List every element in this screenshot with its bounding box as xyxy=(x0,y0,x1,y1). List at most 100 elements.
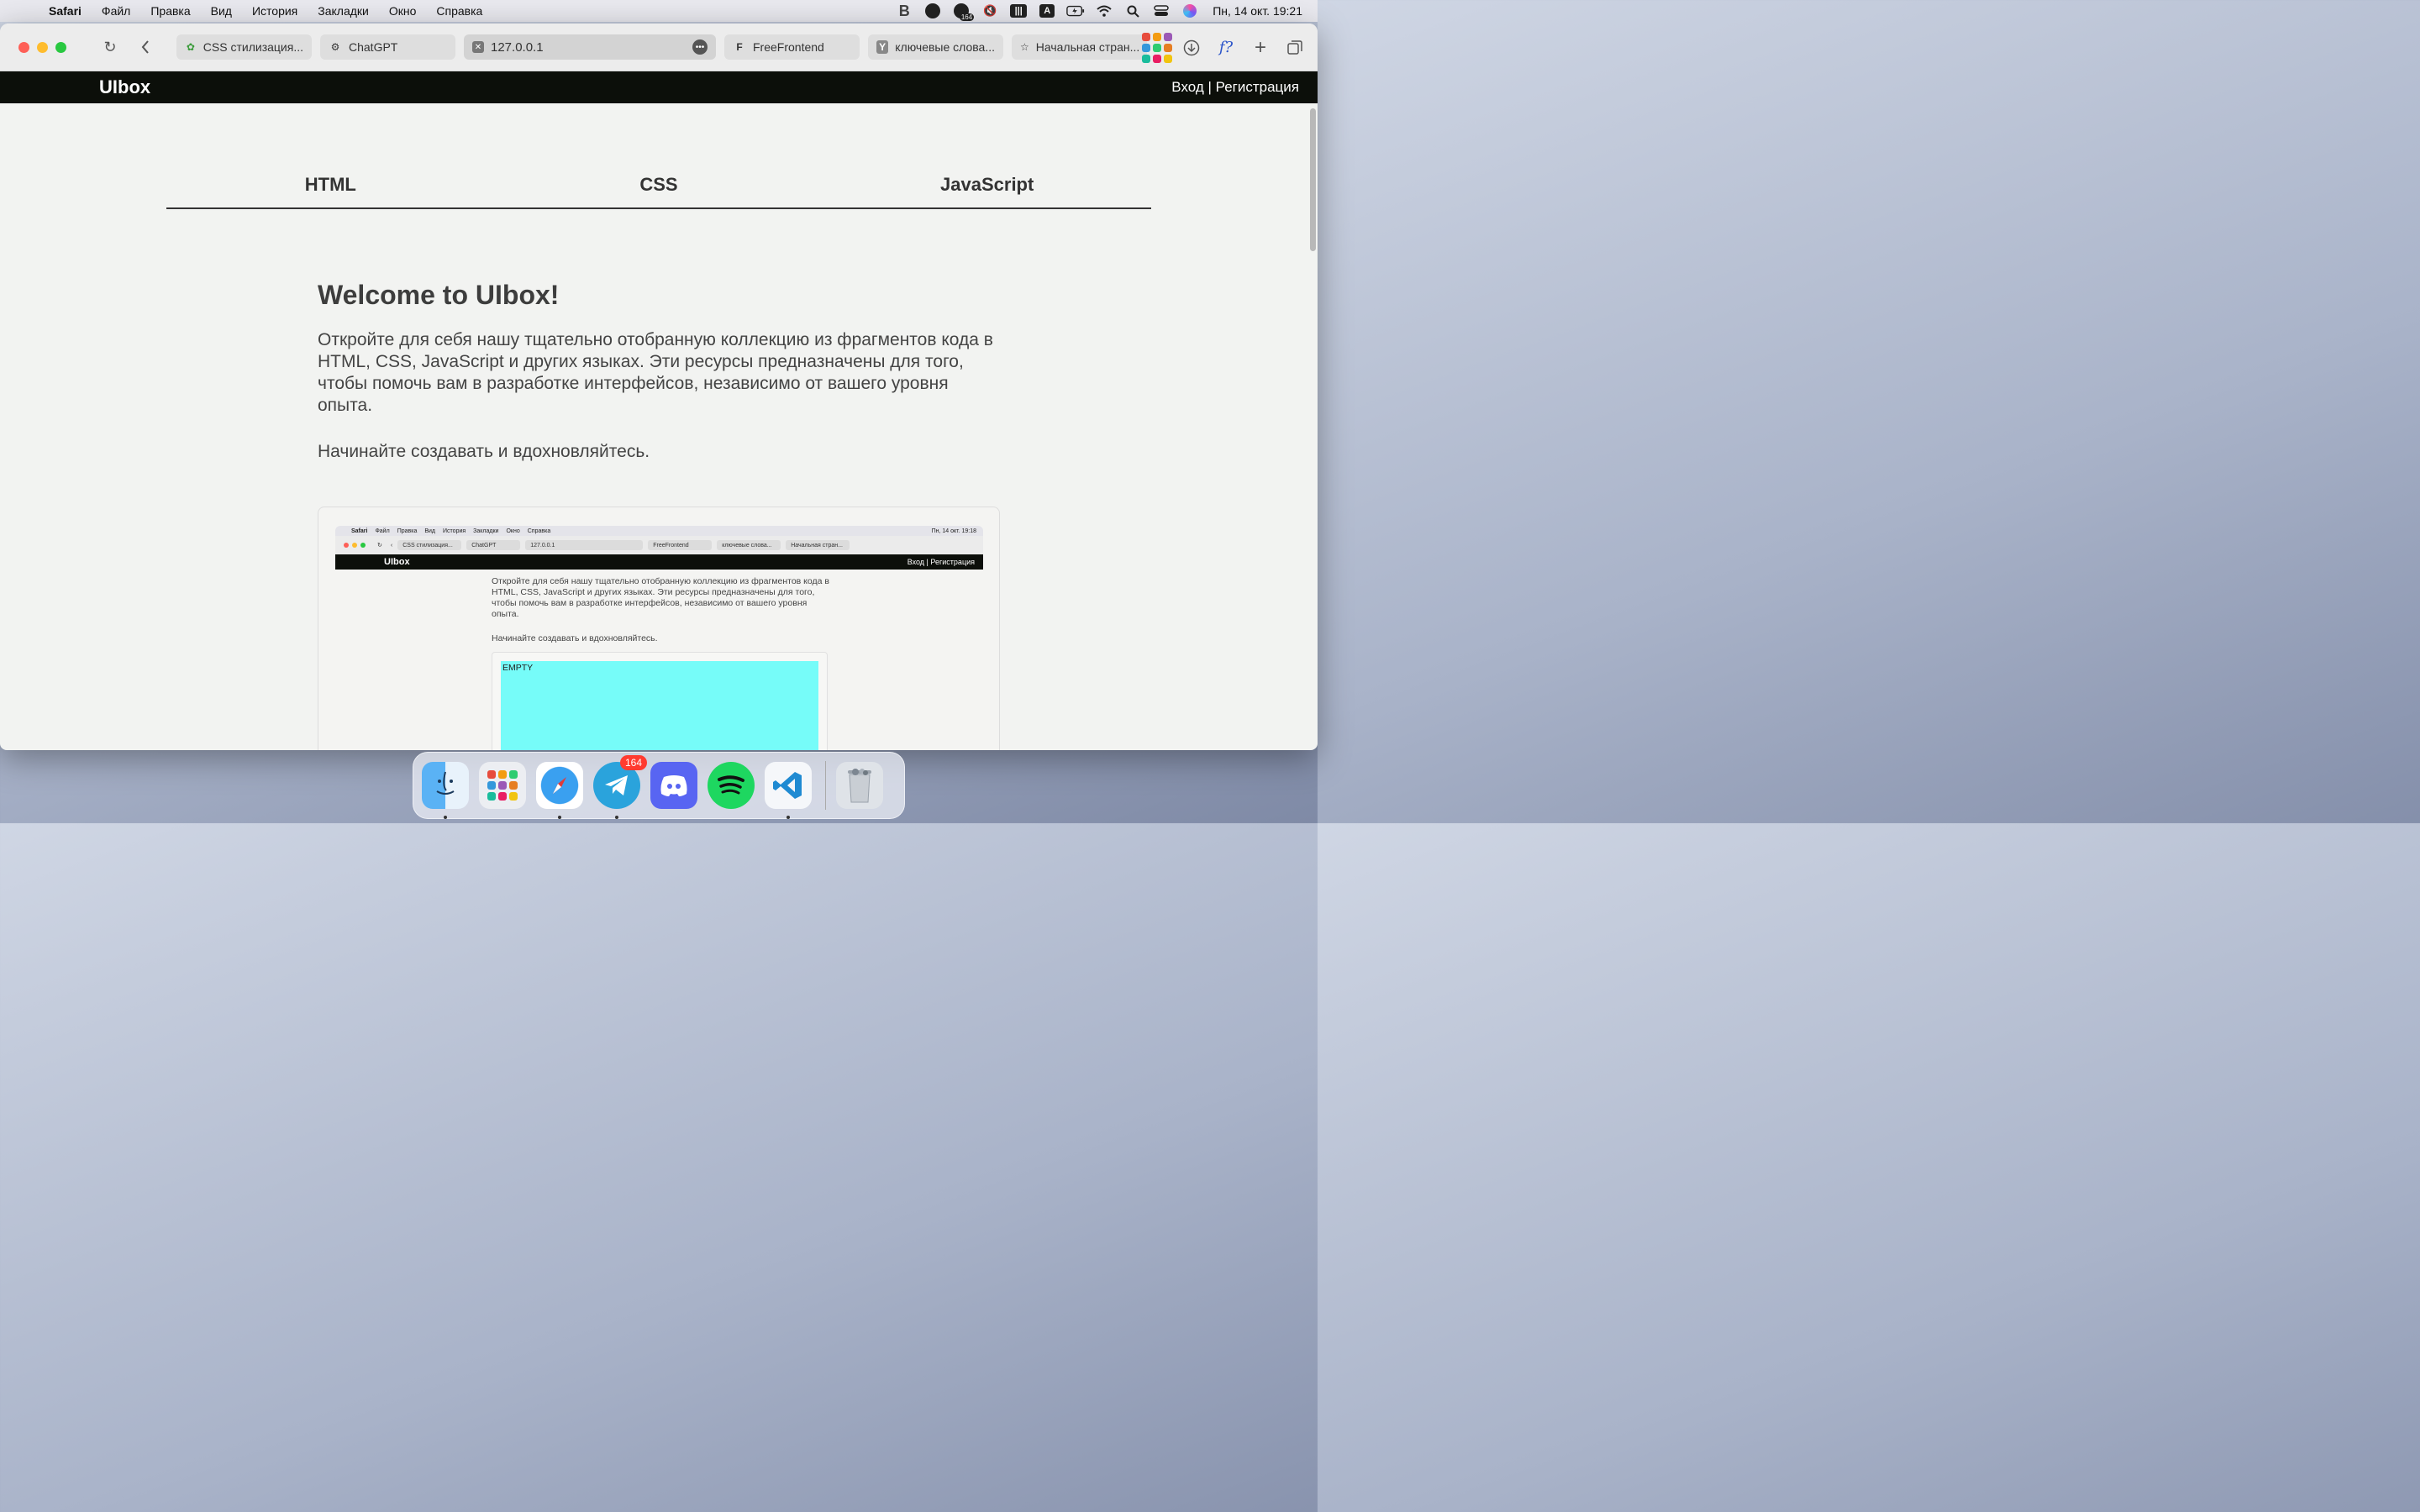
welcome-section: Welcome to UIbox! Откройте для себя нашу… xyxy=(318,280,1007,462)
tab-chatgpt[interactable]: ⚙ ChatGPT xyxy=(320,34,455,60)
vscode-icon[interactable] xyxy=(765,762,812,819)
notification-app-icon[interactable]: 164 xyxy=(952,3,975,21)
tab-label: Начальная стран... xyxy=(1035,40,1140,54)
preview-close-dot xyxy=(344,543,349,548)
bold-b-icon[interactable]: B xyxy=(895,3,913,19)
preview-card: EMPTY xyxy=(492,652,828,750)
finder-icon[interactable] xyxy=(422,762,469,819)
font-extension-icon[interactable]: f? xyxy=(1215,37,1237,59)
more-options-icon[interactable]: ••• xyxy=(692,39,708,55)
preview-menu-item: Правка xyxy=(397,528,418,534)
page-scrollbar[interactable] xyxy=(1310,108,1316,251)
input-source-icon[interactable]: A xyxy=(1038,3,1056,18)
tab-freefrontend[interactable]: F FreeFrontend xyxy=(724,34,860,60)
menu-view[interactable]: Вид xyxy=(211,4,232,18)
site-header: UIbox Вход | Регистрация xyxy=(0,71,1318,103)
menu-window[interactable]: Окно xyxy=(389,4,417,18)
browser-toolbar: ↻ ✿ CSS стилизация... ⚙ ChatGPT ✕ 127.0.… xyxy=(0,24,1318,71)
spotify-icon[interactable] xyxy=(708,762,755,809)
preview-menu-item: Файл xyxy=(375,528,390,534)
preview-menu-item: Справка xyxy=(527,528,551,534)
tab-css-styling[interactable]: ✿ CSS стилизация... xyxy=(176,34,312,60)
close-icon[interactable]: ✕ xyxy=(472,41,484,53)
tab-bar: ✿ CSS стилизация... ⚙ ChatGPT ✕ 127.0.0.… xyxy=(176,34,1155,60)
preview-zoom-dot xyxy=(360,543,366,548)
tab-javascript[interactable]: JavaScript xyxy=(823,174,1151,207)
auth-links[interactable]: Вход | Регистрация xyxy=(1171,79,1299,96)
telegram-icon[interactable]: 164 xyxy=(593,755,647,819)
menu-edit[interactable]: Правка xyxy=(150,4,190,18)
menu-app-name[interactable]: Safari xyxy=(49,4,82,18)
memory-icon[interactable]: ||| xyxy=(1009,3,1028,18)
star-icon: ☆ xyxy=(1020,41,1029,53)
tab-css[interactable]: CSS xyxy=(495,174,823,207)
preview-tab: 127.0.0.1 xyxy=(525,540,644,550)
window-controls xyxy=(18,41,74,53)
siri-icon[interactable] xyxy=(1181,3,1199,18)
cta-text: Начинайте создавать и вдохновляйтесь. xyxy=(318,442,650,461)
menubar-clock[interactable]: Пн, 14 окт. 19:21 xyxy=(1213,4,1302,18)
tab-overview-icon[interactable] xyxy=(1284,37,1306,59)
back-chevron-icon[interactable] xyxy=(134,36,156,58)
menu-help[interactable]: Справка xyxy=(436,4,482,18)
tab-start-page[interactable]: ☆ Начальная стран... xyxy=(1012,34,1147,60)
cloud-icon[interactable] xyxy=(923,3,942,18)
macos-dock: 164 xyxy=(413,752,905,819)
running-indicator xyxy=(786,816,790,819)
minimize-window-button[interactable] xyxy=(37,41,48,53)
battery-icon[interactable] xyxy=(1066,3,1085,18)
menu-history[interactable]: История xyxy=(252,4,297,18)
trash-icon[interactable] xyxy=(836,762,883,809)
spotlight-search-icon[interactable] xyxy=(1123,3,1142,18)
macos-menu-bar: Safari Файл Правка Вид История Закладки … xyxy=(0,0,1318,22)
preview-cta: Начинайте создавать и вдохновляйтесь. xyxy=(492,633,658,643)
tab-html[interactable]: HTML xyxy=(166,174,495,207)
language-tabs: HTML CSS JavaScript xyxy=(166,174,1151,209)
preview-menu-app: Safari xyxy=(351,528,368,534)
preview-site-header: UIbox Вход | Регистрация xyxy=(335,554,983,570)
running-indicator xyxy=(558,816,561,819)
preview-menu-item: История xyxy=(443,528,466,534)
chatgpt-icon: ⚙ xyxy=(330,41,340,53)
preview-screenshot: Safari Файл Правка Вид История Закладки … xyxy=(335,526,983,750)
preview-reload-icon: ↻ xyxy=(377,543,382,549)
preview-menu-bar: Safari Файл Правка Вид История Закладки … xyxy=(335,526,983,536)
dock-separator xyxy=(825,761,826,810)
intro-paragraph: Откройте для себя нашу тщательно отобран… xyxy=(318,330,993,415)
mute-icon[interactable]: 🔇 xyxy=(981,3,999,18)
leaf-icon: ✿ xyxy=(186,41,195,53)
extensions-grid-icon[interactable] xyxy=(1142,32,1172,63)
tab-label: FreeFrontend xyxy=(753,40,824,54)
empty-placeholder-box: EMPTY xyxy=(501,661,818,750)
status-badge: 164 xyxy=(959,13,975,21)
running-indicator xyxy=(615,816,618,819)
safari-window: ↻ ✿ CSS стилизация... ⚙ ChatGPT ✕ 127.0.… xyxy=(0,24,1318,750)
preview-tab: ChatGPT xyxy=(466,540,521,550)
close-window-button[interactable] xyxy=(18,41,29,53)
address-field[interactable]: 127.0.0.1 xyxy=(491,40,544,55)
menu-file[interactable]: Файл xyxy=(102,4,130,18)
new-tab-icon[interactable]: + xyxy=(1249,36,1271,59)
yandex-icon: Y xyxy=(876,40,889,54)
preview-auth-links: Вход | Регистрация xyxy=(907,558,975,566)
preview-body: Откройте для себя нашу тщательно отобран… xyxy=(335,570,983,750)
preview-clock: Пн, 14 окт. 19:18 xyxy=(931,528,976,534)
preview-tab: Начальная стран... xyxy=(786,540,850,550)
running-indicator xyxy=(444,816,447,819)
reload-icon[interactable]: ↻ xyxy=(99,36,121,58)
safari-icon[interactable] xyxy=(536,762,583,819)
discord-icon[interactable] xyxy=(650,762,697,809)
toolbar-right-group: f? + xyxy=(1134,24,1306,71)
preview-logo: UIbox xyxy=(384,557,410,567)
control-center-icon[interactable] xyxy=(1152,3,1171,18)
fullscreen-window-button[interactable] xyxy=(55,41,66,53)
downloads-icon[interactable] xyxy=(1181,37,1202,59)
launchpad-icon[interactable] xyxy=(479,762,526,809)
tab-localhost[interactable]: ✕ 127.0.0.1 ••• xyxy=(464,34,716,60)
wifi-icon[interactable] xyxy=(1095,3,1113,18)
preview-tab: CSS стилизация... xyxy=(397,540,462,550)
menu-bookmarks[interactable]: Закладки xyxy=(318,4,369,18)
tab-keywords[interactable]: Y ключевые слова... xyxy=(868,34,1003,60)
site-logo[interactable]: UIbox xyxy=(99,76,150,98)
preview-toolbar: ↻ ‹ CSS стилизация... ChatGPT 127.0.0.1 … xyxy=(335,536,983,554)
